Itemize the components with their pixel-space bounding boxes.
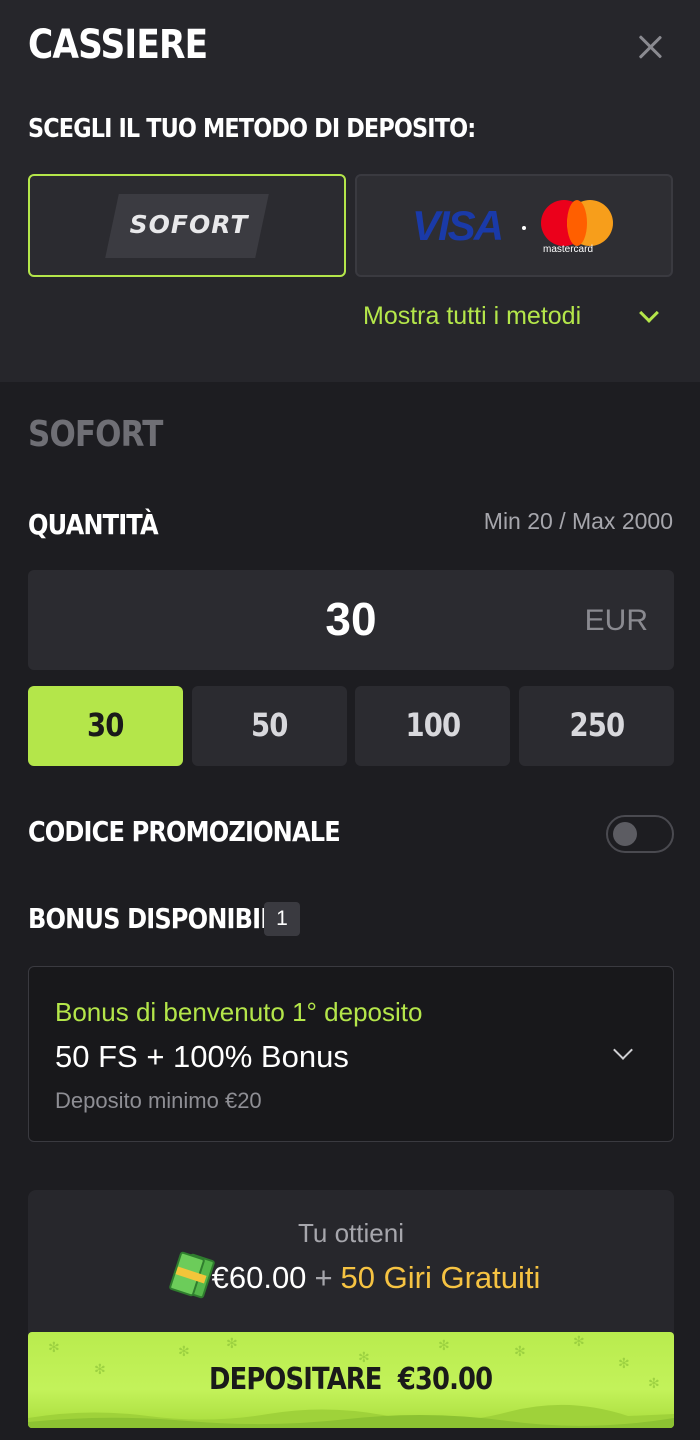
deposit-button[interactable]: ✻ ✻ ✻ ✻ ✻ ✻ ✻ ✻ ✻ ✻ ✻ DEPOSITARE €30.00 — [28, 1332, 674, 1428]
close-icon[interactable] — [632, 30, 668, 66]
preset-amount-label: 250 — [569, 706, 625, 744]
bonus-count-badge: 1 — [264, 902, 300, 936]
amount-currency: EUR — [584, 604, 648, 637]
promo-code-label: CODICE PROMOZIONALE — [28, 815, 341, 848]
separator-dot — [522, 226, 526, 230]
quantity-label: QUANTITÀ — [28, 508, 159, 541]
min-max-limits: Min 20 / Max 2000 — [483, 508, 673, 534]
preset-amount-label: 100 — [405, 706, 461, 744]
preset-amount-button[interactable]: 50 — [192, 686, 347, 766]
summary-panel: Tu ottieni €60.00 +50 Giri Gratuiti — [28, 1190, 674, 1350]
method-card-visa-mastercard[interactable]: VISA mastercard — [355, 174, 673, 277]
toggle-knob — [613, 822, 637, 846]
chevron-down-icon[interactable] — [613, 1040, 633, 1060]
visa-logo: VISA — [412, 202, 504, 249]
amount-input[interactable]: 30 EUR — [28, 570, 674, 670]
bonus-title: 50 FS + 100% Bonus — [55, 1039, 349, 1074]
summary-row: €60.00 +50 Giri Gratuiti — [28, 1250, 674, 1300]
bonus-type: Bonus di benvenuto 1° deposito — [55, 997, 423, 1027]
summary-label: Tu ottieni — [298, 1218, 404, 1248]
promo-code-toggle[interactable] — [606, 815, 674, 853]
preset-amount-label: 30 — [87, 706, 124, 744]
bonus-min-deposit: Deposito minimo €20 — [55, 1088, 262, 1113]
selected-method-name: SOFORT — [28, 414, 163, 455]
hills-decoration — [28, 1404, 674, 1428]
deposit-button-amount: €30.00 — [398, 1362, 493, 1397]
show-all-methods-link[interactable]: Mostra tutti i metodi — [363, 302, 581, 331]
method-sofort-card[interactable]: SOFORT — [28, 174, 346, 277]
preset-amount-button[interactable]: 250 — [519, 686, 674, 766]
show-all-methods-label: Mostra tutti i metodi — [363, 302, 582, 330]
method-heading: SCEGLI IL TUO METODO DI DEPOSITO: — [28, 114, 476, 144]
preset-amount-button[interactable]: 30 — [28, 686, 183, 766]
deposit-button-label: DEPOSITARE — [209, 1362, 382, 1397]
page-title: CASSIERE — [28, 22, 208, 68]
money-icon — [162, 1250, 216, 1300]
bonus-select-card[interactable]: Bonus di benvenuto 1° deposito 50 FS + 1… — [28, 966, 674, 1142]
mastercard-logo-text: mastercard — [543, 244, 594, 255]
summary-amount: €60.00 — [211, 1260, 307, 1296]
deposit-button-text: DEPOSITARE €30.00 — [28, 1362, 674, 1397]
summary-plus: + — [314, 1260, 333, 1296]
amount-value[interactable]: 30 — [28, 592, 674, 646]
mastercard-logo: mastercard — [541, 200, 615, 256]
summary-free-spins: 50 Giri Gratuiti — [340, 1260, 541, 1296]
preset-amount-button[interactable]: 100 — [355, 686, 510, 766]
preset-amount-label: 50 — [251, 706, 288, 744]
sofort-logo-text: SOFORT — [129, 210, 249, 239]
